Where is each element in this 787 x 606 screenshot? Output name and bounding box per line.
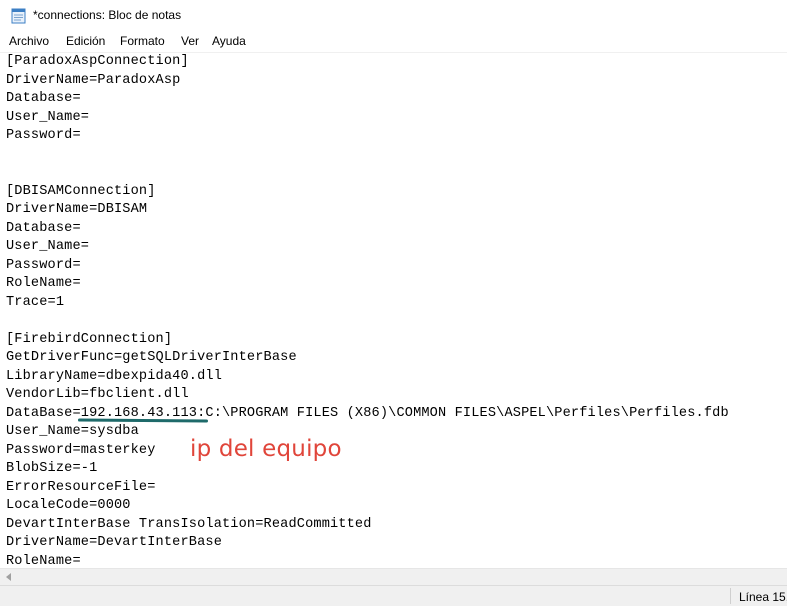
status-separator [730,588,731,604]
text-line: User_Name=sysdba [6,424,139,439]
text-line: Password=masterkey [6,442,156,458]
menu-bar: Archivo Edición Formato Ver Ayuda [0,32,787,53]
text-line: LibraryName=dbexpida40.dll [6,368,222,384]
menu-edicion[interactable]: Edición [64,34,107,48]
ip-annotation-label: ip del equipo [190,436,342,462]
text-line: DevartInterBase TransIsolation=ReadCommi… [6,516,372,532]
text-line: DriverName=DBISAM [6,202,148,217]
text-line: User_Name= [6,239,90,254]
text-line: RoleName= [6,276,81,291]
text-line: Password= [6,257,81,273]
menu-ayuda[interactable]: Ayuda [210,34,248,48]
window-title: *connections: Bloc de notas [33,8,182,22]
text-line: GetDriverFunc=getSQLDriverInterBase [6,350,297,365]
status-bar: Línea 15, [0,585,787,606]
text-line: RoleName= [6,553,81,569]
scroll-left-arrow-icon[interactable] [6,573,11,581]
text-line: LocaleCode=0000 [6,498,131,513]
text-line: Database= [6,91,81,106]
text-line: DriverName=DevartInterBase [6,535,222,550]
horizontal-scrollbar[interactable] [0,568,787,586]
menu-archivo[interactable]: Archivo [7,34,51,48]
text-line: User_Name= [6,109,90,125]
text-line: DriverName=ParadoxAsp [6,72,181,88]
title-bar: *connections: Bloc de notas [0,0,787,32]
text-line: Password= [6,128,81,143]
text-line: ErrorResourceFile= [6,479,156,495]
notepad-icon [11,8,26,24]
text-line: Database= [6,220,81,236]
text-editor[interactable]: [ParadoxAspConnection] DriverName=Parado… [0,53,787,568]
cursor-position: Línea 15, [739,590,787,604]
text-line: Trace=1 [6,294,65,310]
text-line: VendorLib=fbclient.dll [6,387,189,402]
text-line: [FirebirdConnection] [6,331,173,347]
menu-formato[interactable]: Formato [118,34,167,48]
text-line: [DBISAMConnection] [6,183,156,199]
menu-ver[interactable]: Ver [179,34,201,48]
text-line: BlobSize=-1 [6,461,98,476]
text-line: [ParadoxAspConnection] [6,54,189,69]
